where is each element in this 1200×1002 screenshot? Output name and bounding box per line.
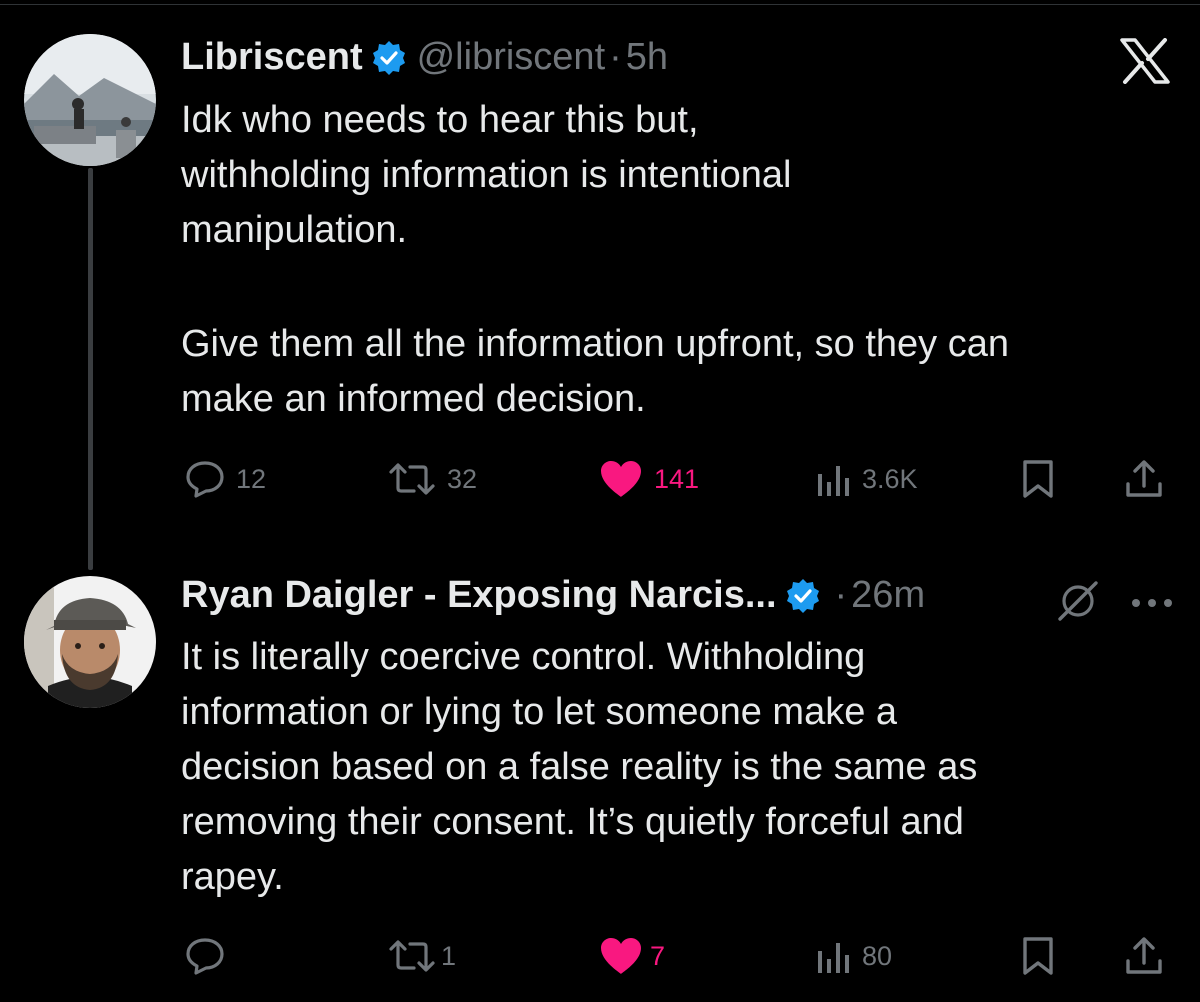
views-icon — [818, 466, 849, 496]
views-icon — [818, 943, 849, 973]
view-count: 3.6K — [862, 463, 918, 494]
reply-count: 12 — [236, 463, 267, 494]
author-name[interactable]: Ryan Daigler - Exposing Narcis... — [181, 574, 777, 617]
repost-count: 1 — [441, 940, 457, 971]
share-button[interactable] — [1124, 458, 1164, 500]
author-handle[interactable]: @libriscent — [417, 36, 606, 79]
avatar[interactable] — [24, 34, 156, 166]
separator-dot: · — [834, 574, 848, 616]
tweet-text: It is literally coercive control. Withho… — [181, 630, 1181, 905]
tweet-line: information or lying to let someone make… — [181, 691, 898, 733]
share-icon — [1126, 937, 1162, 974]
reply-icon — [186, 938, 224, 975]
bookmark-button[interactable] — [1018, 458, 1058, 500]
view-count: 80 — [862, 940, 893, 971]
bookmark-button[interactable] — [1018, 935, 1058, 977]
tweet-line: removing their consent. It’s quietly for… — [181, 801, 964, 843]
tweet-actions: 1 7 80 — [180, 935, 1170, 985]
views-button[interactable]: 3.6K — [814, 458, 918, 500]
timestamp[interactable]: 5h — [626, 36, 668, 79]
tweet-line: withholding information is intentional — [181, 154, 792, 196]
bookmark-icon — [1023, 460, 1053, 498]
reply-button[interactable] — [184, 935, 226, 977]
like-count: 141 — [654, 463, 700, 494]
top-divider — [0, 4, 1200, 5]
repost-button[interactable]: 1 — [387, 935, 456, 977]
tweet-line: decision based on a false reality is the… — [181, 746, 978, 788]
share-button[interactable] — [1124, 935, 1164, 977]
more-options-icon[interactable] — [1130, 596, 1174, 614]
reply-button[interactable]: 12 — [184, 458, 266, 500]
timestamp[interactable]: 26m — [851, 574, 925, 617]
tweet-line: manipulation. — [181, 209, 408, 251]
tweet-header: Ryan Daigler - Exposing Narcis... · 26m — [181, 574, 925, 617]
repost-button[interactable]: 32 — [387, 458, 477, 500]
separator-dot: · — [609, 36, 622, 78]
like-count: 7 — [650, 940, 666, 971]
tweet-line: It is literally coercive control. Withho… — [181, 636, 866, 678]
grok-icon[interactable] — [1055, 578, 1101, 629]
tweet-line: make an informed decision. — [181, 378, 646, 420]
repost-icon — [389, 463, 435, 495]
avatar[interactable] — [24, 576, 156, 708]
like-button[interactable]: 141 — [598, 458, 699, 500]
tweet-header: Libriscent @libriscent · 5h — [181, 36, 668, 79]
heart-icon — [601, 461, 641, 497]
verified-badge-icon — [785, 578, 821, 614]
like-button[interactable]: 7 — [598, 935, 665, 977]
tweet-line: Idk who needs to hear this but, — [181, 99, 699, 141]
repost-icon — [389, 940, 435, 972]
heart-icon — [601, 938, 641, 974]
tweet-actions: 12 32 141 3.6K — [180, 458, 1170, 508]
x-logo-icon[interactable] — [1120, 38, 1170, 89]
author-name[interactable]: Libriscent — [181, 36, 363, 79]
tweet-line: Give them all the information upfront, s… — [181, 323, 1009, 365]
reply-icon — [186, 461, 224, 498]
tweet-line: rapey. — [181, 856, 284, 898]
verified-badge-icon — [371, 40, 407, 76]
views-button[interactable]: 80 — [814, 935, 892, 977]
bookmark-icon — [1023, 937, 1053, 975]
tweet-text: Idk who needs to hear this but, withhold… — [181, 93, 1181, 427]
thread-connector-line — [88, 168, 93, 570]
repost-count: 32 — [447, 463, 478, 494]
share-icon — [1126, 460, 1162, 497]
